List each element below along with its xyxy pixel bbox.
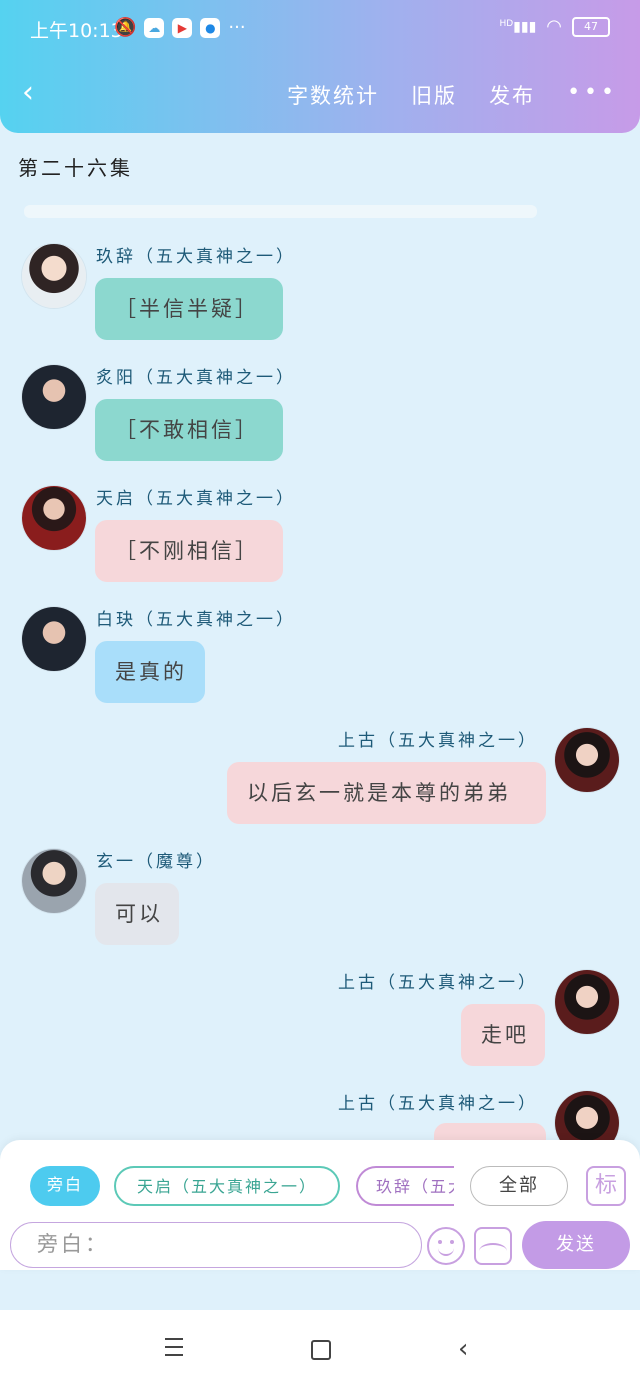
recents-icon[interactable] bbox=[165, 1338, 183, 1356]
mark-button[interactable]: 标 bbox=[586, 1166, 626, 1206]
role-chip-narration[interactable]: 旁白 bbox=[30, 1166, 100, 1206]
message-bubble[interactable]: 以后玄一就是本尊的弟弟 bbox=[227, 762, 546, 824]
speaker-name: 天启（五大真神之一） bbox=[96, 489, 296, 509]
more-menu-icon[interactable]: ••• bbox=[567, 80, 618, 110]
message-bubble[interactable]: 走吧 bbox=[461, 1004, 545, 1066]
system-nav-bar: ‹ bbox=[0, 1310, 640, 1387]
home-icon[interactable] bbox=[311, 1340, 331, 1360]
smile-mouth bbox=[438, 1246, 454, 1256]
signal-icon: HD▮▮▮ bbox=[499, 18, 537, 35]
send-button[interactable]: 发送 bbox=[522, 1221, 630, 1269]
speaker-name: 上古（五大真神之一） bbox=[338, 973, 538, 993]
battery-icon: 47 bbox=[572, 16, 610, 37]
app-header: 上午10:13 🔕 ☁ ▶ ● ··· HD▮▮▮ ◠ 47 ‹ 字数统计 旧版… bbox=[0, 0, 640, 133]
message-bubble[interactable]: ［半信半疑］ bbox=[95, 278, 283, 340]
avatar[interactable] bbox=[22, 486, 86, 550]
image-icon[interactable] bbox=[474, 1227, 512, 1265]
avatar[interactable] bbox=[555, 728, 619, 792]
status-right: HD▮▮▮ ◠ 47 bbox=[499, 16, 610, 37]
episode-title: 第二十六集 bbox=[18, 156, 133, 180]
avatar[interactable] bbox=[22, 365, 86, 429]
avatar[interactable] bbox=[22, 244, 86, 308]
speaker-name: 上古（五大真神之一） bbox=[338, 731, 538, 751]
speaker-name: 白玦（五大真神之一） bbox=[96, 610, 296, 630]
avatar[interactable] bbox=[22, 607, 86, 671]
message-input[interactable]: 旁白： bbox=[10, 1222, 422, 1268]
nav-row: ‹ 字数统计 旧版 发布 ••• bbox=[0, 72, 640, 118]
role-chip-all[interactable]: 全部 bbox=[470, 1166, 568, 1206]
composer-panel: 旁白 天启（五大真神之一） 玖辞（五大真神之一） 全部 标 旁白： 发送 bbox=[0, 1140, 640, 1270]
message-bubble[interactable]: 可以 bbox=[95, 883, 179, 945]
message-bubble[interactable]: 是真的 bbox=[95, 641, 205, 703]
speaker-name: 玖辞（五大真神之一） bbox=[96, 247, 296, 267]
nav-actions: 字数统计 旧版 发布 ••• bbox=[287, 80, 618, 110]
status-notification-icons: 🔕 ☁ ▶ ● ··· bbox=[114, 17, 246, 38]
divider bbox=[24, 205, 537, 218]
message-bubble[interactable]: ［不敢相信］ bbox=[95, 399, 283, 461]
status-time: 上午10:13 bbox=[30, 20, 123, 42]
role-chip-jiuci[interactable]: 玖辞（五大真神之一） bbox=[356, 1166, 454, 1206]
word-count-button[interactable]: 字数统计 bbox=[287, 80, 379, 110]
back-chevron-icon[interactable]: ‹ bbox=[22, 78, 46, 108]
cloud-app-icon: ☁ bbox=[144, 17, 165, 38]
status-bar: 上午10:13 🔕 ☁ ▶ ● ··· HD▮▮▮ ◠ 47 bbox=[0, 0, 640, 58]
message-bubble[interactable]: ［不刚相信］ bbox=[95, 520, 283, 582]
speaker-name: 炙阳（五大真神之一） bbox=[96, 368, 296, 388]
avatar[interactable] bbox=[555, 970, 619, 1034]
message-app-icon: ● bbox=[200, 17, 221, 38]
bell-muted-icon: 🔕 bbox=[114, 17, 137, 38]
system-back-icon[interactable]: ‹ bbox=[458, 1336, 468, 1362]
speaker-name: 玄一（魔尊） bbox=[96, 852, 216, 872]
video-app-icon: ▶ bbox=[172, 17, 193, 38]
old-version-button[interactable]: 旧版 bbox=[411, 80, 457, 110]
wifi-icon: ◠ bbox=[546, 16, 562, 37]
publish-button[interactable]: 发布 bbox=[489, 80, 535, 110]
speaker-name: 上古（五大真神之一） bbox=[338, 1094, 538, 1114]
avatar[interactable] bbox=[22, 849, 86, 913]
role-chip-tianqi[interactable]: 天启（五大真神之一） bbox=[114, 1166, 340, 1206]
emoji-icon[interactable] bbox=[427, 1227, 465, 1265]
more-notifications-icon: ··· bbox=[228, 17, 246, 38]
